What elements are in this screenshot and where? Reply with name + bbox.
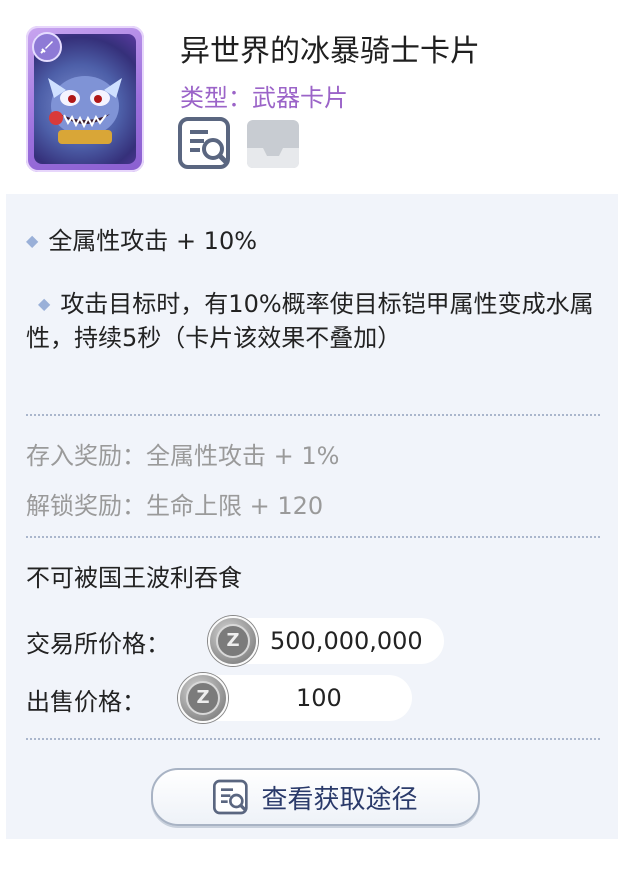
- info-search-icon: [213, 779, 249, 815]
- coin-letter: Z: [216, 624, 250, 658]
- diamond-bullet-icon: ◆: [26, 231, 39, 250]
- diamond-bullet-icon: ◆: [38, 294, 51, 313]
- view-source-label: 查看获取途径: [261, 784, 418, 815]
- card-detail-panel: ◆ 全属性攻击 + 10% ◆ 攻击目标时，有10%概率使目标铠甲属性变成水属性，持…: [6, 194, 618, 839]
- sell-price-label: 出售价格：: [26, 688, 146, 716]
- card-title: 异世界的冰暴骑士卡片: [180, 34, 480, 69]
- divider: [26, 738, 600, 740]
- tray-icon[interactable]: [245, 118, 301, 170]
- divider: [26, 536, 600, 538]
- card-portrait[interactable]: [26, 26, 144, 172]
- unlock-reward: 解锁奖励：生命上限 + 120: [26, 492, 324, 520]
- effect-line-2: ◆ 攻击目标时，有10%概率使目标铠甲属性变成水属性，持续5秒（卡片该效果不叠加）: [26, 287, 596, 355]
- zeny-coin-icon: Z: [208, 616, 258, 666]
- sell-price-value: 100: [296, 684, 342, 712]
- view-source-button[interactable]: 查看获取途径: [151, 768, 480, 826]
- zeny-coin-icon: Z: [178, 673, 228, 723]
- card-type: 类型：武器卡片: [180, 84, 348, 112]
- ice-knight-monster-image: [48, 76, 122, 144]
- store-reward: 存入奖励：全属性攻击 + 1%: [26, 442, 340, 470]
- effect-text: 全属性攻击 + 10%: [48, 227, 258, 255]
- exchange-price-label: 交易所价格：: [26, 630, 170, 658]
- divider: [26, 414, 600, 416]
- effect-line-1: ◆ 全属性攻击 + 10%: [26, 224, 596, 258]
- card-header: 异世界的冰暴骑士卡片 类型：武器卡片: [0, 0, 618, 192]
- restriction-note: 不可被国王波利吞食: [26, 564, 242, 592]
- coin-letter: Z: [186, 681, 220, 715]
- info-search-icon[interactable]: [178, 117, 232, 169]
- effect-text: 攻击目标时，有10%概率使目标铠甲属性变成水属性，持续5秒（卡片该效果不叠加）: [26, 290, 594, 352]
- exchange-price-value: 500,000,000: [270, 627, 423, 655]
- sword-icon: [32, 32, 62, 62]
